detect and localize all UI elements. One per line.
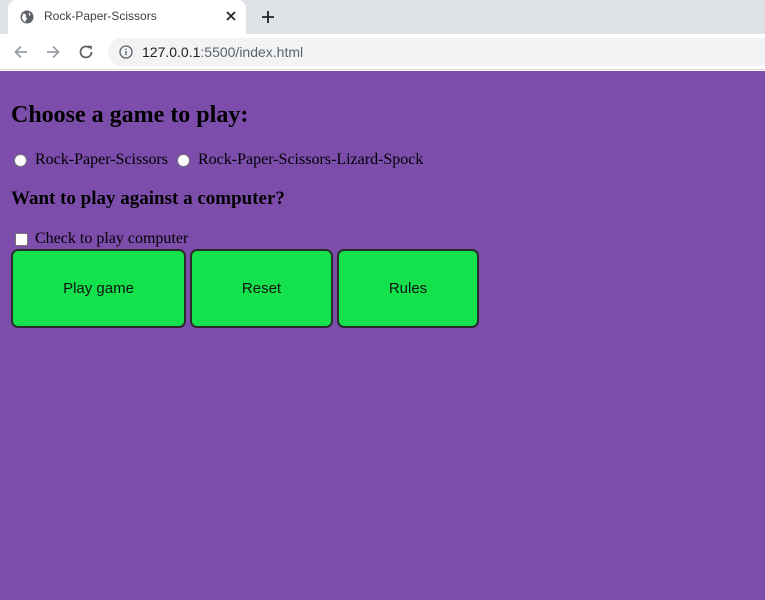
browser-tab[interactable]: Rock-Paper-Scissors: [8, 0, 246, 34]
play-computer-checkbox[interactable]: [15, 232, 28, 246]
radio-rps-label[interactable]: Rock-Paper-Scissors: [35, 151, 168, 169]
url-host: 127.0.0.1: [142, 44, 201, 60]
url-text: 127.0.0.1:5500/index.html: [142, 44, 303, 60]
play-computer-label[interactable]: Check to play computer: [35, 230, 188, 248]
close-icon[interactable]: [224, 9, 238, 23]
forward-arrow-icon[interactable]: [43, 42, 63, 62]
back-arrow-icon[interactable]: [11, 42, 31, 62]
radio-rps[interactable]: [14, 153, 27, 167]
address-bar[interactable]: 127.0.0.1:5500/index.html: [108, 38, 765, 66]
browser-toolbar: 127.0.0.1:5500/index.html: [0, 34, 765, 70]
game-options: Rock-Paper-Scissors Rock-Paper-Scissors-…: [14, 151, 432, 169]
play-game-button[interactable]: Play game: [11, 249, 186, 328]
radio-rpsls-label[interactable]: Rock-Paper-Scissors-Lizard-Spock: [198, 151, 423, 169]
tab-title: Rock-Paper-Scissors: [44, 9, 157, 23]
computer-heading: Want to play against a computer?: [11, 188, 285, 209]
choose-game-heading: Choose a game to play:: [11, 102, 249, 128]
rules-button[interactable]: Rules: [337, 249, 479, 328]
info-icon[interactable]: [119, 45, 133, 59]
url-path: :5500/index.html: [200, 44, 304, 60]
new-tab-icon[interactable]: [260, 9, 276, 25]
page-content: Choose a game to play: Rock-Paper-Scisso…: [0, 71, 765, 600]
computer-option: Check to play computer: [15, 230, 188, 248]
reset-button[interactable]: Reset: [190, 249, 333, 328]
reload-icon[interactable]: [76, 42, 96, 62]
globe-icon: [20, 10, 34, 24]
radio-rpsls[interactable]: [177, 153, 190, 167]
tab-strip: Rock-Paper-Scissors: [0, 0, 765, 34]
